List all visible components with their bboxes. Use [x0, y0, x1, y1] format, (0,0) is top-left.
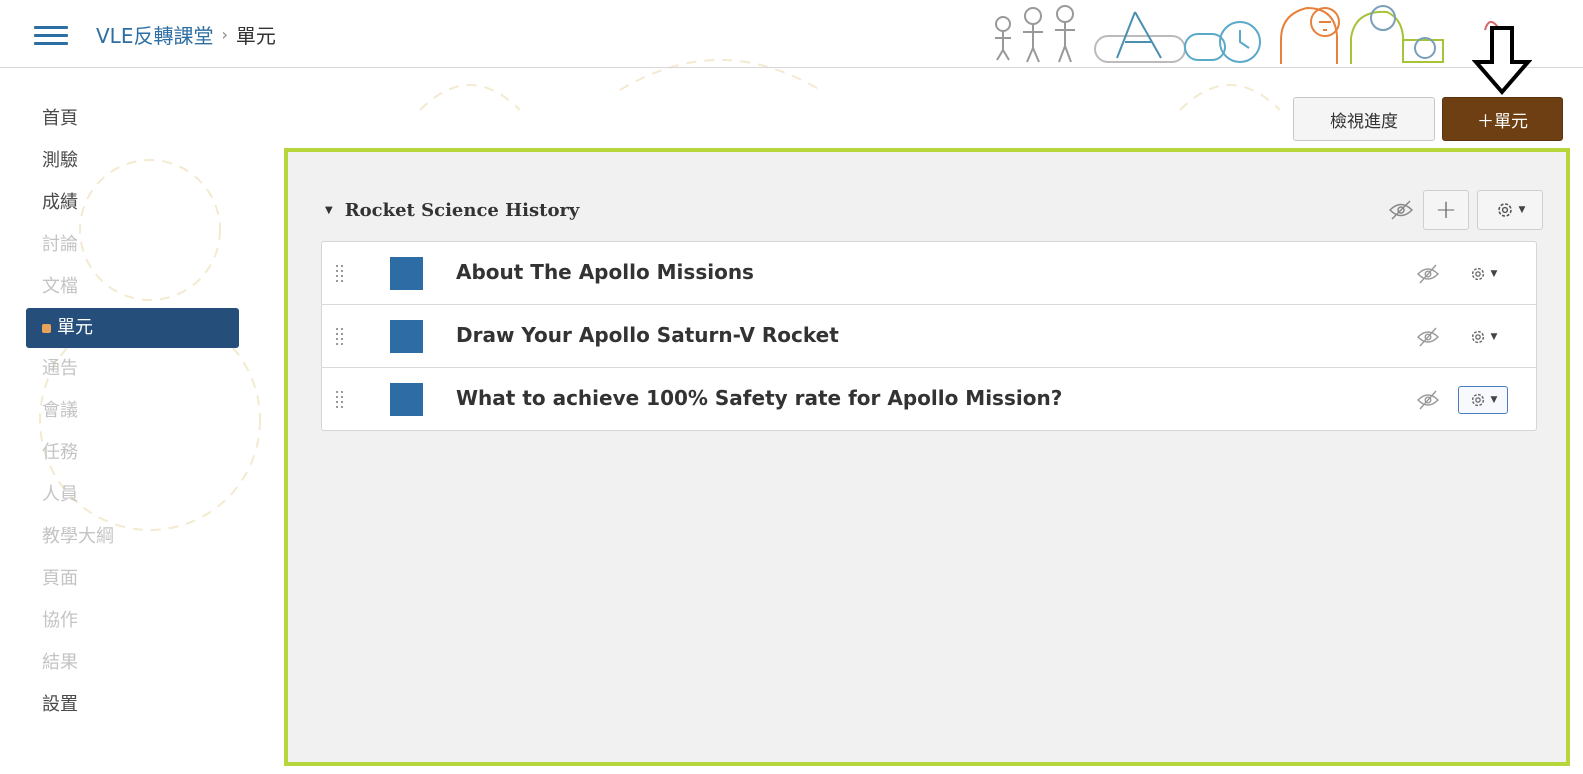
sidebar-item[interactable]: 協作 [0, 600, 245, 642]
gear-icon [1471, 393, 1484, 407]
module-item-row: Draw Your Apollo Saturn-V Rocket ▼ [322, 305, 1536, 368]
collapse-triangle-icon[interactable]: ▼ [325, 205, 333, 216]
add-item-button[interactable]: + [1423, 190, 1469, 230]
sidebar-item[interactable]: 任務 [0, 432, 245, 474]
sidebar-item[interactable]: 結果 [0, 642, 245, 684]
sidebar-item-label: 設置 [42, 694, 78, 715]
module-items-list: About The Apollo Missions ▼ Draw Your Apol… [321, 241, 1537, 431]
sidebar-item-label: 頁面 [42, 568, 78, 589]
module-item-title[interactable]: What to achieve 100% Safety rate for Apo… [456, 386, 1062, 410]
sidebar-item-label: 結果 [42, 652, 78, 673]
sidebar-item-label: 教學大綱 [42, 526, 114, 547]
eye-off-icon[interactable] [1416, 390, 1440, 410]
sidebar-item-label: 人員 [42, 484, 78, 505]
breadcrumb-current: 單元 [235, 24, 276, 48]
module-item-title[interactable]: Draw Your Apollo Saturn-V Rocket [456, 323, 839, 347]
module-tools: + ▼ [1387, 190, 1543, 230]
breadcrumb: VLE反轉課堂 › 單元 [96, 20, 276, 49]
drag-handle-icon[interactable] [334, 390, 346, 408]
module-settings-button[interactable]: ▼ [1477, 190, 1543, 230]
sidebar-item-label: 通告 [42, 358, 78, 379]
sidebar-item-label: 成績 [42, 192, 78, 213]
sidebar-item[interactable]: 會議 [0, 390, 245, 432]
menu-icon[interactable] [34, 26, 68, 46]
sidebar-item-label: 單元 [57, 317, 93, 338]
sidebar-item[interactable]: 設置 [0, 684, 245, 726]
sidebar-item-label: 測驗 [42, 150, 78, 171]
breadcrumb-course-link[interactable]: VLE反轉課堂 [96, 20, 213, 49]
sidebar-item-label: 協作 [42, 610, 78, 631]
breadcrumb-separator: › [221, 25, 228, 44]
drag-handle-icon[interactable] [334, 264, 346, 282]
top-header: VLE反轉課堂 › 單元 [0, 0, 1583, 68]
sidebar-item[interactable]: 通告 [0, 348, 245, 390]
item-settings-button[interactable]: ▼ [1458, 323, 1508, 351]
sidebar-item[interactable]: 單元 [26, 308, 239, 348]
module-header: ▼ Rocket Science History + ▼ [325, 190, 1543, 230]
eye-off-icon[interactable] [1387, 200, 1415, 220]
sidebar-item-label: 首頁 [42, 108, 78, 129]
arrow-down-icon [1472, 26, 1532, 96]
sidebar-item[interactable]: 文檔 [0, 266, 245, 308]
chevron-down-icon: ▼ [1490, 332, 1498, 342]
module-title[interactable]: Rocket Science History [345, 200, 580, 221]
sidebar-item[interactable]: 測驗 [0, 140, 245, 182]
item-settings-button[interactable]: ▼ [1458, 386, 1508, 414]
course-navigation: 首頁測驗成績討論文檔單元通告會議任務人員教學大綱頁面協作結果設置 [0, 98, 245, 726]
gear-icon [1471, 267, 1484, 281]
eye-off-icon[interactable] [1416, 327, 1440, 347]
drag-handle-icon[interactable] [334, 327, 346, 345]
eye-off-icon[interactable] [1416, 264, 1440, 284]
view-progress-button[interactable]: 檢視進度 [1293, 97, 1435, 141]
add-module-button[interactable]: ＋單元 [1442, 97, 1563, 141]
sidebar-item-label: 會議 [42, 400, 78, 421]
sidebar-item-label: 討論 [42, 234, 78, 255]
sidebar-item[interactable]: 成績 [0, 182, 245, 224]
chevron-down-icon: ▼ [1518, 205, 1526, 215]
page-type-icon [390, 320, 423, 353]
active-indicator-icon [42, 323, 51, 333]
gear-icon [1497, 203, 1512, 217]
chevron-down-icon: ▼ [1490, 269, 1498, 279]
module-item-row: What to achieve 100% Safety rate for Apo… [322, 368, 1536, 430]
modules-panel: ▼ Rocket Science History + ▼ About The A… [284, 148, 1570, 766]
sidebar-item[interactable]: 首頁 [0, 98, 245, 140]
page-type-icon [390, 383, 423, 416]
sidebar-item[interactable]: 教學大綱 [0, 516, 245, 558]
gear-icon [1471, 330, 1484, 344]
chevron-down-icon: ▼ [1490, 395, 1498, 405]
item-settings-button[interactable]: ▼ [1458, 260, 1508, 288]
module-item-row: About The Apollo Missions ▼ [322, 242, 1536, 305]
sidebar-item[interactable]: 人員 [0, 474, 245, 516]
page-type-icon [390, 257, 423, 290]
sidebar-item[interactable]: 討論 [0, 224, 245, 266]
sidebar-item[interactable]: 頁面 [0, 558, 245, 600]
header-doodle-illustration [995, 5, 1498, 64]
sidebar-item-label: 文檔 [42, 276, 78, 297]
module-item-title[interactable]: About The Apollo Missions [456, 260, 754, 284]
sidebar-item-label: 任務 [42, 442, 78, 463]
